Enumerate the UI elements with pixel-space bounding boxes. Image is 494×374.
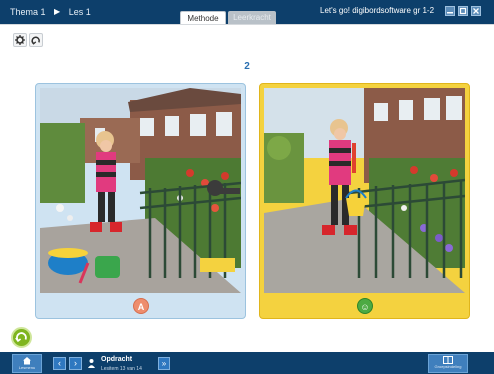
restore-icon[interactable]: [458, 6, 468, 16]
breadcrumb-thema[interactable]: Thema 1: [10, 7, 46, 17]
answer-card-a[interactable]: A: [35, 83, 246, 319]
next-button[interactable]: ›: [69, 357, 82, 370]
divider: [0, 24, 494, 25]
letter-a-badge[interactable]: A: [133, 298, 149, 314]
groepsindeling-button[interactable]: Groepsindeling: [428, 354, 468, 373]
replay-icon[interactable]: [11, 327, 32, 348]
skip-button[interactable]: »: [158, 357, 170, 370]
photo-girl-with-bucket-a: [40, 88, 241, 293]
breadcrumb: Thema 1 ▶ Les 1: [10, 6, 91, 17]
bottom-bar: Lesmenu ‹ › Opdracht Lesitem 13 van 14 »…: [0, 352, 494, 374]
groups-icon: [443, 356, 453, 364]
home-icon: [23, 357, 31, 365]
close-icon[interactable]: [471, 6, 481, 16]
chevron-right-icon: ▶: [54, 7, 61, 17]
tab-methode[interactable]: Methode: [180, 11, 226, 24]
page-number: 2: [244, 61, 250, 72]
answer-card-b[interactable]: ☺: [259, 83, 470, 319]
gear-icon[interactable]: [13, 33, 27, 47]
footer-title: Opdracht: [101, 356, 133, 363]
tab-leerkracht[interactable]: Leerkracht: [228, 11, 276, 24]
prev-button[interactable]: ‹: [53, 357, 66, 370]
lesmenu-label: Lesmenu: [18, 365, 36, 370]
smiley-icon[interactable]: ☺: [357, 298, 373, 314]
photo-girl-with-bucket-b: [264, 88, 465, 293]
top-bar: Thema 1 ▶ Les 1 Methode Leerkracht Let's…: [0, 0, 494, 24]
footer-subtitle: Lesitem 13 van 14: [101, 366, 142, 372]
groepsindeling-label: Groepsindeling: [434, 364, 462, 369]
lesmenu-button[interactable]: Lesmenu: [12, 354, 42, 373]
undo-icon[interactable]: [29, 33, 43, 47]
group-icon: [86, 358, 97, 369]
breadcrumb-les[interactable]: Les 1: [69, 7, 91, 17]
app-title: Let's go! digibordsoftware gr 1-2: [320, 6, 435, 15]
minimize-icon[interactable]: [445, 6, 455, 16]
